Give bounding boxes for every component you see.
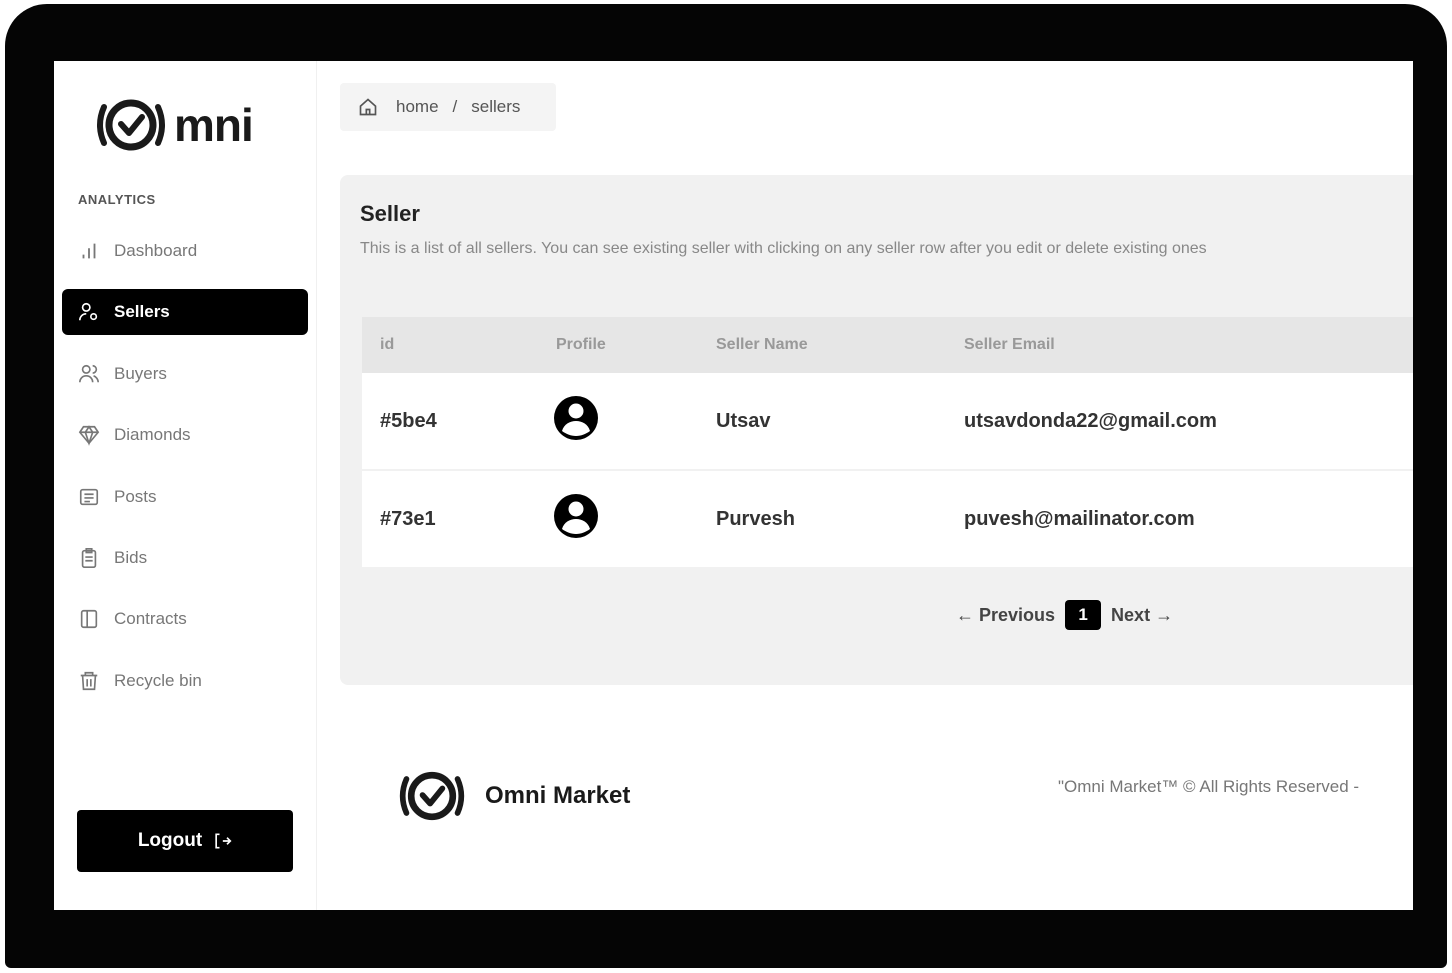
bar-chart-icon — [82, 243, 96, 259]
sidebar-item-label: Dashboard — [114, 241, 198, 260]
sidebar-nav: Dashboard Sellers Buyers Diamonds Posts — [62, 228, 308, 719]
page-description: This is a list of all sellers. You can s… — [360, 240, 1207, 257]
brand-logo[interactable]: mni — [94, 97, 254, 153]
sidebar-item-recycle-bin[interactable]: Recycle bin — [62, 658, 308, 704]
logout-icon — [215, 833, 232, 849]
column-header-seller-email: Seller Email — [964, 336, 1055, 353]
next-page-button[interactable]: Next → — [1111, 605, 1173, 626]
sellers-table: id Profile Seller Name Seller Email #5be… — [362, 317, 1413, 569]
breadcrumb-current: sellers — [471, 97, 521, 116]
omni-logo-icon — [97, 99, 165, 151]
table-row[interactable]: #5be4 Utsav utsavdonda22@gmail.com — [362, 373, 1413, 471]
laptop-frame: mni ANALYTICS Dashboard Sellers Buyers D… — [5, 4, 1447, 968]
sidebar-item-dashboard[interactable]: Dashboard — [62, 228, 308, 274]
logout-label: Logout — [137, 830, 203, 851]
diamond-icon — [78, 425, 100, 447]
brand-logo-text: mni — [174, 99, 254, 151]
app-screen: mni ANALYTICS Dashboard Sellers Buyers D… — [54, 61, 1413, 910]
sidebar: mni ANALYTICS Dashboard Sellers Buyers D… — [54, 61, 317, 910]
sidebar-item-label: Contracts — [114, 609, 187, 629]
page-title: Seller — [360, 201, 420, 226]
sidebar-item-contracts[interactable]: Contracts — [62, 596, 308, 642]
clipboard-icon — [81, 547, 97, 568]
column-header-seller-name: Seller Name — [716, 336, 808, 353]
table-header: id Profile Seller Name Seller Email — [362, 317, 1413, 373]
page-number-button[interactable]: 1 — [1065, 600, 1102, 630]
users-icon — [79, 364, 99, 383]
sidebar-item-label: Diamonds — [114, 425, 191, 445]
sidebar-item-label: Recycle bin — [114, 670, 202, 690]
sidebar-item-label: Sellers — [114, 302, 170, 322]
omni-logo-icon — [399, 771, 465, 821]
sidebar-item-posts[interactable]: Posts — [62, 474, 308, 520]
sidebar-item-label: Buyers — [114, 363, 167, 383]
sidebar-item-label: Bids — [114, 547, 148, 567]
seller-panel: Seller This is a list of all sellers. Yo… — [340, 175, 1413, 685]
user-avatar-icon — [554, 494, 598, 538]
profile-cell — [538, 492, 698, 546]
breadcrumb-home[interactable]: home — [396, 97, 439, 117]
user-settings-icon — [79, 303, 98, 321]
home-icon[interactable] — [358, 97, 378, 117]
column-header-profile: Profile — [556, 336, 606, 353]
sidebar-item-buyers[interactable]: Buyers — [62, 351, 308, 397]
seller-email: utsavdonda22@gmail.com — [964, 409, 1217, 432]
previous-page-button[interactable]: ← Previous — [956, 605, 1055, 626]
footer-brand-name: Omni Market — [485, 782, 631, 809]
seller-id: #5be4 — [380, 409, 437, 432]
sidebar-item-bids[interactable]: Bids — [62, 535, 308, 581]
breadcrumb: home / sellers — [340, 83, 556, 131]
sidebar-item-sellers[interactable]: Sellers — [62, 289, 308, 336]
sidebar-item-label: Posts — [114, 486, 157, 506]
seller-name: Utsav — [716, 409, 771, 432]
seller-id: #73e1 — [380, 507, 436, 530]
footer-copyright: "Omni Market™ © All Rights Reserved - — [1058, 777, 1360, 796]
sidebar-item-diamonds[interactable]: Diamonds — [62, 412, 308, 458]
posts-icon — [79, 488, 99, 505]
contract-icon — [80, 610, 98, 629]
seller-name: Purvesh — [716, 507, 795, 530]
user-avatar-icon — [554, 396, 598, 440]
logout-button[interactable]: Logout — [77, 810, 293, 872]
breadcrumb-separator: / — [452, 97, 458, 116]
footer-brand: Omni Market — [397, 769, 630, 823]
trash-icon — [80, 671, 98, 690]
table-row[interactable]: #73e1 Purvesh puvesh@mailinator.com — [362, 471, 1413, 569]
pagination: ← Previous 1 Next → — [956, 600, 1173, 630]
profile-cell — [538, 394, 698, 448]
seller-email: puvesh@mailinator.com — [964, 507, 1195, 530]
sidebar-section-label: ANALYTICS — [78, 192, 156, 207]
column-header-id: id — [380, 336, 395, 353]
